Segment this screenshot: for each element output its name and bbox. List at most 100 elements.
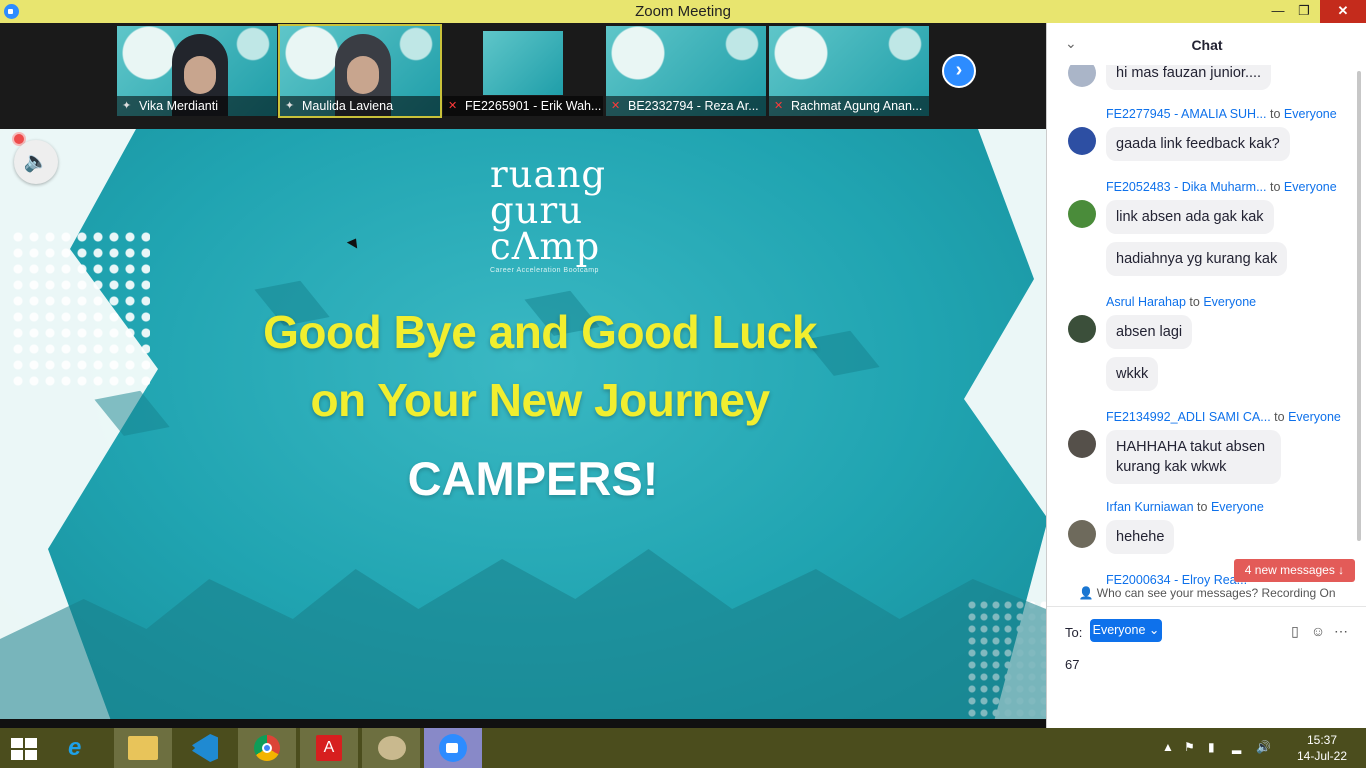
file-icon[interactable]: ▯ bbox=[1287, 623, 1303, 639]
clock-date: 14-Jul-22 bbox=[1296, 749, 1348, 763]
slide-headline-2: on Your New Journey bbox=[310, 374, 770, 426]
pin-icon: ✦ bbox=[122, 100, 132, 112]
sender-name: Irfan Kurniawan bbox=[1106, 500, 1194, 514]
crowd-silhouette bbox=[0, 549, 1046, 719]
logo-line: cΛmp bbox=[490, 225, 601, 268]
to-label: to bbox=[1189, 295, 1200, 309]
participant-name: BE2332794 - Reza Ar... bbox=[606, 96, 766, 116]
recipient-dropdown[interactable]: Everyone ⌄ bbox=[1090, 619, 1162, 642]
recipient: Everyone bbox=[1210, 500, 1264, 514]
avatar bbox=[1068, 200, 1096, 228]
zoom-icon[interactable] bbox=[424, 728, 482, 768]
shared-screen: ruang guru cΛmp Career Acceleration Boot… bbox=[0, 129, 1046, 719]
internet-explorer-icon[interactable]: e bbox=[52, 728, 110, 768]
chat-messages[interactable]: hi mas fauzan junior.... FE2277945 - AMA… bbox=[1047, 65, 1366, 605]
file-explorer-icon[interactable] bbox=[114, 728, 172, 768]
participant-tile[interactable]: BE2332794 - Reza Ar... ✕ bbox=[606, 26, 766, 116]
to-label: to bbox=[1274, 410, 1285, 424]
chat-title: Chat bbox=[1191, 37, 1223, 53]
who-can-see-link[interactable]: 👤 Who can see your messages? Recording O… bbox=[1047, 586, 1366, 600]
slide-headline-3: CAMPERS! bbox=[407, 452, 659, 505]
participant-name: Vika Merdianti bbox=[117, 96, 277, 116]
chat-sender: FE2277945 - AMALIA SUH... to Everyone bbox=[1106, 107, 1337, 121]
sender-name: FE2000634 - Elroy Rea... bbox=[1106, 573, 1248, 587]
acrobat-icon[interactable]: A bbox=[300, 728, 358, 768]
pin-icon: ✦ bbox=[285, 100, 295, 112]
speaker-button[interactable]: 🔈 bbox=[14, 140, 58, 184]
participant-name: Maulida Laviena bbox=[280, 96, 440, 116]
mouse-cursor-icon bbox=[346, 235, 362, 249]
volume-icon[interactable]: 🔊 bbox=[1256, 740, 1271, 754]
show-hidden-icons-icon[interactable]: ▲ bbox=[1162, 740, 1174, 754]
windows-logo-icon bbox=[11, 738, 23, 748]
recipient: Everyone bbox=[1288, 410, 1341, 424]
window-title: Zoom Meeting bbox=[635, 3, 731, 20]
chat-message: absen lagi bbox=[1106, 315, 1193, 349]
avatar bbox=[1068, 520, 1096, 548]
chat-sender: Asrul Harahap to Everyone bbox=[1106, 295, 1256, 309]
logo-line: ruang bbox=[490, 153, 607, 196]
clock-time: 15:37 bbox=[1306, 733, 1338, 747]
shared-screen-border bbox=[0, 719, 1046, 728]
to-label: to bbox=[1269, 180, 1281, 194]
window-titlebar: Zoom Meeting — ❐ ✕ bbox=[0, 0, 1366, 23]
sender-name: FE2052483 - Dika Muharm... bbox=[1106, 180, 1267, 194]
windows-logo-icon bbox=[25, 738, 37, 748]
chat-sender: FE2134992_ADLI SAMI CA... to Everyone bbox=[1106, 410, 1341, 424]
participant-tile[interactable]: Vika Merdianti ✦ bbox=[117, 26, 277, 116]
participant-tile[interactable]: Rachmat Agung Anan... ✕ bbox=[769, 26, 929, 116]
to-label: to bbox=[1269, 107, 1281, 121]
to-label: To: bbox=[1065, 625, 1083, 640]
recipient: Everyone bbox=[1203, 295, 1257, 309]
paint-icon[interactable] bbox=[362, 728, 420, 768]
chat-message: link absen ada gak kak bbox=[1106, 200, 1274, 234]
vscode-icon[interactable] bbox=[176, 728, 234, 768]
network-icon[interactable]: ▂ bbox=[1232, 740, 1241, 754]
logo-tagline: Career Acceleration Bootcamp bbox=[490, 267, 599, 274]
next-page-button[interactable]: › bbox=[942, 54, 976, 88]
participant-video bbox=[483, 31, 563, 95]
new-messages-button[interactable]: 4 new messages ↓ bbox=[1234, 559, 1355, 582]
minimize-button[interactable]: — bbox=[1265, 0, 1291, 23]
chat-message: gaada link feedback kak? bbox=[1106, 127, 1290, 161]
participant-tile[interactable]: FE2265901 - Erik Wah... ✕ bbox=[443, 26, 603, 116]
more-icon[interactable]: ⋯ bbox=[1333, 623, 1349, 639]
start-button[interactable] bbox=[11, 738, 39, 760]
avatar bbox=[1068, 65, 1096, 87]
recipient: Everyone bbox=[1283, 107, 1337, 121]
chevron-right-icon: › bbox=[955, 59, 963, 81]
chat-composer: To: Everyone ⌄ ▯ ☺ ⋯ 67 bbox=[1047, 606, 1366, 728]
chrome-icon[interactable] bbox=[238, 728, 296, 768]
emoji-icon[interactable]: ☺ bbox=[1310, 623, 1326, 639]
chat-scrollbar[interactable] bbox=[1357, 71, 1361, 541]
muted-mic-icon: ✕ bbox=[774, 100, 784, 112]
chat-input[interactable]: 67 bbox=[1065, 657, 1079, 672]
action-center-icon[interactable]: ⚑ bbox=[1184, 740, 1195, 754]
windows-taskbar: e A ▲ ⚑ ▮ ▂ 🔊 15:37 14-Jul-22 bbox=[0, 728, 1366, 768]
chat-message: HAHHAHA takut absen kurang kak wkwk bbox=[1106, 430, 1281, 484]
avatar bbox=[1068, 315, 1096, 343]
restore-button[interactable]: ❐ bbox=[1291, 0, 1317, 23]
windows-logo-icon bbox=[11, 750, 23, 760]
participant-tile-active-speaker[interactable]: Maulida Laviena ✦ bbox=[278, 24, 442, 118]
logo-line: guru bbox=[490, 189, 584, 232]
avatar bbox=[1068, 430, 1096, 458]
system-clock[interactable]: 15:37 14-Jul-22 bbox=[1292, 732, 1352, 764]
windows-logo-icon bbox=[25, 750, 37, 760]
sender-name: FE2277945 - AMALIA SUH... bbox=[1106, 107, 1267, 121]
chat-panel: ⌄ Chat hi mas fauzan junior.... FE227794… bbox=[1046, 23, 1366, 728]
chat-header: ⌄ Chat bbox=[1047, 23, 1366, 65]
close-button[interactable]: ✕ bbox=[1320, 0, 1366, 23]
muted-mic-icon: ✕ bbox=[448, 100, 458, 112]
speaker-icon: 🔈 bbox=[23, 151, 49, 173]
who-can-see-text: Who can see your messages? Recording On bbox=[1096, 586, 1336, 600]
participant-name: Rachmat Agung Anan... bbox=[769, 96, 929, 116]
muted-mic-icon: ✕ bbox=[611, 100, 621, 112]
sender-name: FE2134992_ADLI SAMI CA... bbox=[1106, 410, 1271, 424]
participant-name: FE2265901 - Erik Wah... bbox=[443, 96, 603, 116]
battery-icon[interactable]: ▮ bbox=[1208, 740, 1215, 754]
to-label: to bbox=[1197, 500, 1208, 514]
recipient: Everyone bbox=[1283, 180, 1337, 194]
sender-name: Asrul Harahap bbox=[1106, 295, 1186, 309]
chat-sender: FE2052483 - Dika Muharm... to Everyone bbox=[1106, 180, 1337, 194]
